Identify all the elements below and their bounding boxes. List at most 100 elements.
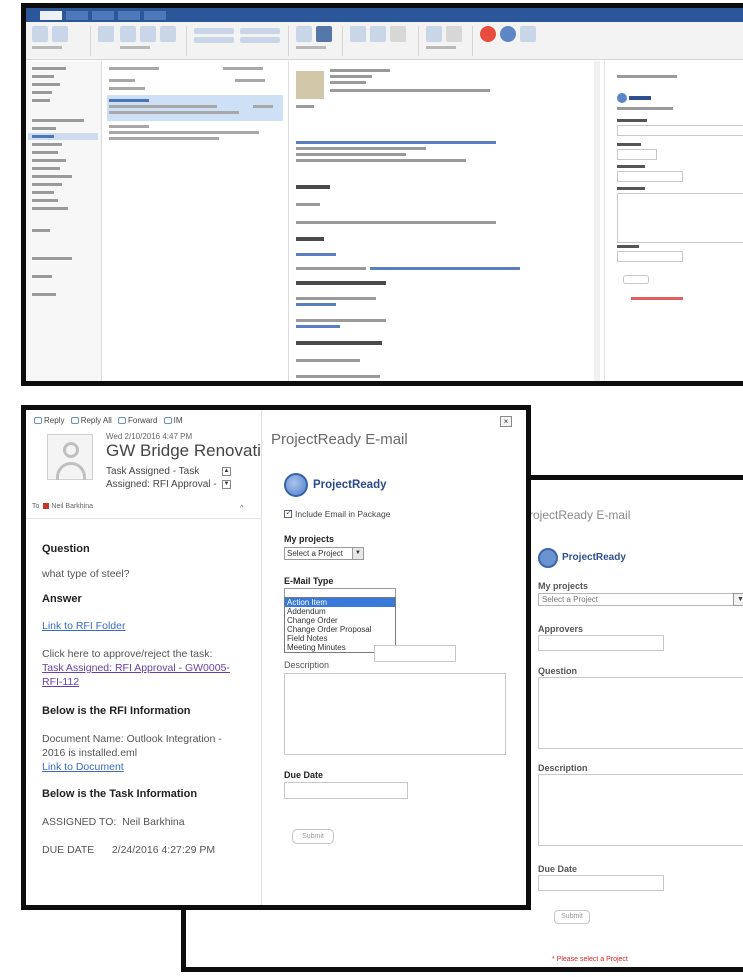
ribbon-tab[interactable] — [40, 11, 62, 20]
forward-button[interactable]: Forward — [118, 416, 157, 425]
reply-all-button[interactable]: Reply All — [70, 416, 112, 425]
outlook-titlebar — [26, 8, 743, 22]
reply-all-icon — [70, 417, 79, 424]
outlook-overview-screenshot — [21, 3, 743, 386]
field-box[interactable] — [617, 171, 683, 182]
projectready-logo: ProjectReady — [538, 548, 648, 570]
rfi-info-heading: Below is the RFI Information — [42, 705, 191, 717]
include-email-checkbox[interactable]: Include Email in Package — [284, 508, 390, 519]
addin-icon[interactable] — [480, 26, 496, 42]
projectready-logo — [617, 93, 653, 103]
answer-heading: Answer — [42, 593, 82, 605]
ribbon-tab[interactable] — [92, 11, 114, 20]
due-date-row: DUE DATE 2/24/2016 4:27:29 PM — [42, 844, 216, 856]
reading-scrollbar[interactable] — [594, 61, 600, 381]
email-subject-line: Assigned: RFI Approval - — [106, 479, 217, 490]
new-items-icon[interactable] — [52, 26, 68, 42]
unread-icon[interactable] — [350, 26, 366, 42]
question-heading: Question — [42, 543, 90, 555]
scroll-up-icon[interactable]: ▲ — [222, 467, 231, 476]
submit-button[interactable]: Submit — [292, 829, 334, 844]
email-with-projectready-pane: Reply Reply All Forward IM Wed 2/10/2016… — [21, 405, 531, 910]
quick-steps[interactable] — [240, 28, 280, 34]
submit-button[interactable] — [623, 275, 649, 284]
reading-toolbar: Reply Reply All Forward IM — [34, 416, 187, 425]
due-date-input[interactable] — [284, 782, 408, 799]
email-type-option[interactable]: Addendum — [285, 607, 395, 616]
reply-icon — [34, 417, 42, 424]
chevron-up-icon[interactable]: ^ — [240, 505, 243, 512]
description-label: Description — [284, 660, 330, 670]
assigned-to-row: ASSIGNED TO: Neil Barkhina — [42, 816, 185, 828]
forward-icon[interactable] — [160, 26, 176, 42]
due-date-box[interactable] — [617, 251, 683, 262]
scroll-down-icon[interactable]: ▼ — [222, 480, 231, 489]
quick-steps[interactable] — [194, 37, 234, 43]
close-icon[interactable]: × — [500, 416, 512, 427]
email-subject-line: Task Assigned - Task — [106, 466, 200, 477]
email-type-option[interactable]: Change Order Proposal — [285, 625, 395, 634]
email-type-option[interactable]: Field Notes — [285, 634, 395, 643]
submit-button[interactable]: Submit — [554, 910, 590, 924]
approvers-input[interactable] — [374, 645, 456, 662]
email-sender: GW Bridge Renovati — [106, 441, 261, 460]
forward-icon — [118, 417, 127, 424]
approvers-label: Approvers — [538, 624, 584, 634]
question-label: Question — [538, 666, 578, 676]
document-link[interactable]: Link to Document — [42, 760, 256, 774]
due-date-input[interactable] — [538, 875, 664, 891]
ribbon-tab[interactable] — [118, 11, 140, 20]
store-icon[interactable] — [520, 26, 536, 42]
projectready-side-pane — [604, 61, 743, 381]
recipient-name[interactable]: Neil Barkhina — [51, 503, 93, 510]
delete-icon[interactable] — [98, 26, 114, 42]
ribbon-tab[interactable] — [66, 11, 88, 20]
task-link[interactable]: Task Assigned: RFI Approval - GW0005-RFI… — [42, 661, 232, 689]
im-button[interactable]: IM — [163, 416, 183, 425]
email-reading-pane: Reply Reply All Forward IM Wed 2/10/2016… — [26, 410, 262, 905]
reply-all-icon[interactable] — [140, 26, 156, 42]
form-title: ProjectReady E-mail — [271, 431, 408, 448]
due-date-label: Due Date — [284, 770, 324, 780]
quick-steps[interactable] — [194, 28, 234, 34]
email-type-option[interactable]: Change Order — [285, 616, 395, 625]
sender-avatar — [47, 434, 93, 480]
due-date-label: Due Date — [538, 864, 578, 874]
description-textarea[interactable] — [538, 774, 743, 846]
ribbon-tab[interactable] — [144, 11, 166, 20]
rules-icon[interactable] — [316, 26, 332, 42]
document-name-text: Document Name: Outlook Integration - 201… — [42, 733, 222, 759]
checkbox-checked-icon — [284, 508, 292, 518]
task-info-heading: Below is the Task Information — [42, 788, 198, 800]
projectready-logo: ProjectReady — [284, 473, 404, 499]
categorize-icon[interactable] — [370, 26, 386, 42]
move-icon[interactable] — [296, 26, 312, 42]
my-projects-label: My projects — [284, 534, 335, 544]
project-select[interactable]: Select a Project — [538, 593, 743, 606]
reading-pane — [290, 61, 590, 381]
type-select[interactable] — [617, 149, 657, 160]
email-type-label: E-Mail Type — [284, 576, 334, 586]
projectready-addin-icon[interactable] — [500, 26, 516, 42]
question-textarea[interactable] — [538, 677, 743, 749]
quick-steps[interactable] — [240, 37, 280, 43]
followup-icon[interactable] — [390, 26, 406, 42]
email-type-option[interactable]: Action Item — [285, 598, 395, 607]
project-select[interactable]: Select a Project ▼ — [284, 547, 364, 560]
chevron-down-icon[interactable]: ▼ — [733, 593, 743, 606]
outlook-ribbon — [26, 22, 743, 60]
sender-photo — [296, 71, 324, 99]
message-list — [103, 61, 289, 381]
description-textarea[interactable] — [284, 673, 506, 755]
approvers-input[interactable] — [538, 635, 664, 651]
project-select[interactable] — [617, 125, 743, 136]
rfi-folder-link[interactable]: Link to RFI Folder — [42, 619, 256, 633]
address-book-icon[interactable] — [426, 26, 442, 42]
question-text: what type of steel? — [42, 568, 130, 580]
description-label: Description — [538, 763, 588, 773]
description-box[interactable] — [617, 193, 743, 243]
filter-email-icon[interactable] — [446, 26, 462, 42]
reply-icon[interactable] — [120, 26, 136, 42]
new-email-icon[interactable] — [32, 26, 48, 42]
reply-button[interactable]: Reply — [34, 416, 64, 425]
